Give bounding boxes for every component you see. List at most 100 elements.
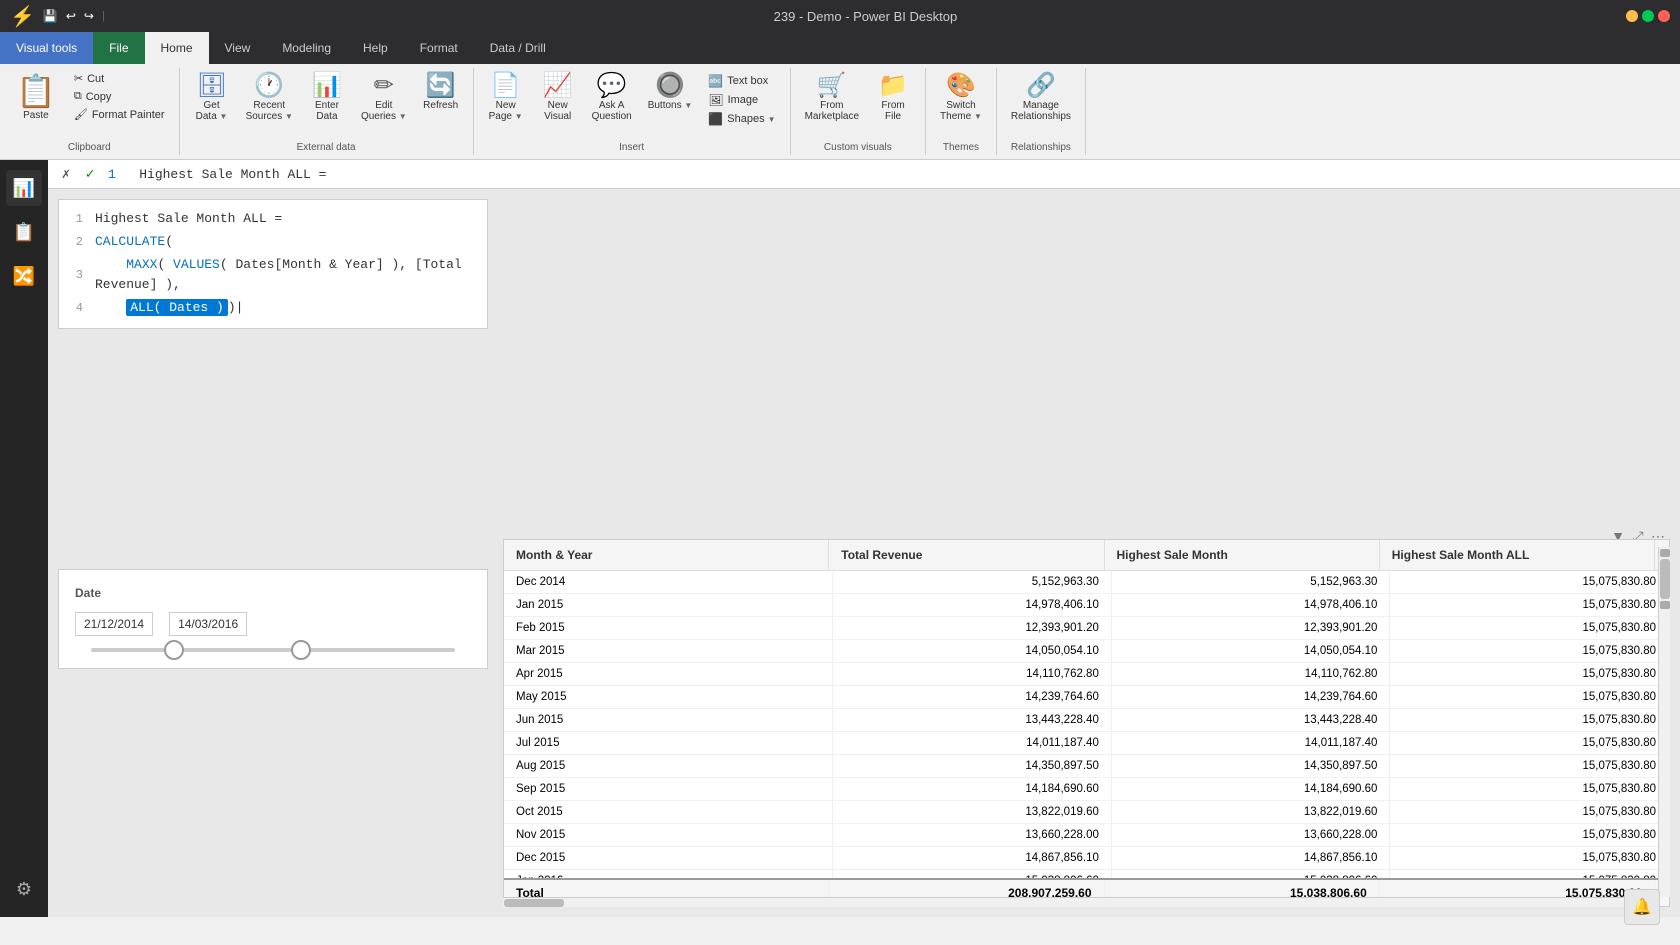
table-cell: 13,660,228.00 <box>1112 824 1391 846</box>
tab-modeling[interactable]: Modeling <box>266 32 347 64</box>
dax-editor[interactable]: 1 Highest Sale Month ALL = 2 CALCULATE( … <box>58 199 488 329</box>
slider-handle-left[interactable] <box>164 640 184 660</box>
cut-icon: ✂ <box>74 72 83 85</box>
tab-format[interactable]: Format <box>404 32 474 64</box>
subscribe-icon[interactable]: 🔔 <box>1624 889 1660 925</box>
image-button[interactable]: 🖼 Image <box>702 91 781 109</box>
table-cell: Jul 2015 <box>504 732 833 754</box>
date-from-input[interactable]: 21/12/2014 <box>75 612 153 636</box>
table-cell: 15,075,830.80 <box>1390 778 1669 800</box>
format-painter-button[interactable]: 🖌 Format Painter <box>68 106 171 123</box>
formula-confirm-btn[interactable]: ✓ <box>80 164 100 184</box>
col-header-highest-sale-month: Highest Sale Month <box>1105 540 1380 570</box>
tab-view[interactable]: View <box>209 32 267 64</box>
formula-content[interactable]: 1 Highest Sale Month ALL = <box>108 167 1672 182</box>
copy-button[interactable]: ⧉ Copy <box>68 88 171 105</box>
table-cell: 14,239,764.60 <box>1112 686 1391 708</box>
minimize-btn[interactable] <box>1626 10 1638 22</box>
table-cell: 13,443,228.40 <box>1112 709 1391 731</box>
new-page-button[interactable]: 📄 NewPage ▼ <box>482 70 530 126</box>
table-cell: May 2015 <box>504 686 833 708</box>
shapes-button[interactable]: ⬛ Shapes ▼ <box>702 110 781 128</box>
table-cell: 13,822,019.60 <box>1112 801 1391 823</box>
new-page-icon: 📄 <box>491 74 521 98</box>
close-btn[interactable] <box>1658 10 1670 22</box>
redo-btn[interactable]: ↪ <box>84 9 94 23</box>
text-box-icon: 🔤 <box>708 74 723 88</box>
tab-visual-tools[interactable]: Visual tools <box>0 32 93 64</box>
relationships-content: 🔗 ManageRelationships <box>1005 68 1077 140</box>
formula-cancel-btn[interactable]: ✗ <box>56 164 76 184</box>
paste-button[interactable]: 📋 Paste <box>8 70 64 123</box>
tab-home[interactable]: Home <box>145 32 209 64</box>
switch-theme-button[interactable]: 🎨 SwitchTheme ▼ <box>934 70 988 126</box>
dax-line-4: 4 ALL( Dates ))| <box>59 297 487 320</box>
model-view-icon[interactable]: 🔀 <box>6 258 42 294</box>
table-cell: Jan 2015 <box>504 594 833 616</box>
insert-small-group: 🔤 Text box 🖼 Image ⬛ Shapes ▼ <box>702 72 781 128</box>
manage-relationships-button[interactable]: 🔗 ManageRelationships <box>1005 70 1077 126</box>
canvas: 1 Highest Sale Month ALL = 2 CALCULATE( … <box>48 189 1680 917</box>
clipboard-group: 📋 Paste ✂ Cut ⧉ Copy 🖌 Format Painter Cl… <box>0 68 180 155</box>
col-header-month-year: Month & Year <box>504 540 829 570</box>
window-title: 239 - Demo - Power BI Desktop <box>105 9 1626 24</box>
table-cell: 13,443,228.40 <box>833 709 1112 731</box>
content-area: ✗ ✓ 1 Highest Sale Month ALL = 1 Highest… <box>48 160 1680 917</box>
data-table: Month & Year Total Revenue Highest Sale … <box>503 539 1670 907</box>
table-row: Mar 201514,050,054.1014,050,054.1015,075… <box>504 640 1669 663</box>
table-cell: 5,152,963.30 <box>1112 571 1391 593</box>
external-data-group: 🗄 GetData ▼ 🕐 RecentSources ▼ 📊 EnterDat… <box>180 68 474 155</box>
from-file-button[interactable]: 📁 FromFile <box>869 70 917 126</box>
recent-sources-button[interactable]: 🕐 RecentSources ▼ <box>240 70 299 126</box>
table-cell: Jun 2015 <box>504 709 833 731</box>
ribbon: 📋 Paste ✂ Cut ⧉ Copy 🖌 Format Painter Cl… <box>0 64 1680 160</box>
quick-access-area: ⚡ 💾 ↩ ↪ | <box>10 4 105 29</box>
edit-queries-button[interactable]: ✏ EditQueries ▼ <box>355 70 413 126</box>
ask-question-button[interactable]: 💬 Ask AQuestion <box>586 70 638 126</box>
date-to-input[interactable]: 14/03/2016 <box>169 612 247 636</box>
table-cell: 14,978,406.10 <box>1112 594 1391 616</box>
slider-handle-right[interactable] <box>291 640 311 660</box>
shapes-icon: ⬛ <box>708 112 723 126</box>
title-bar: ⚡ 💾 ↩ ↪ | 239 - Demo - Power BI Desktop <box>0 0 1680 32</box>
external-data-content: 🗄 GetData ▼ 🕐 RecentSources ▼ 📊 EnterDat… <box>188 68 465 140</box>
tab-data-drill[interactable]: Data / Drill <box>474 32 562 64</box>
text-box-button[interactable]: 🔤 Text box <box>702 72 781 90</box>
table-hscrollbar[interactable] <box>503 897 1658 907</box>
copy-icon: ⧉ <box>74 90 82 103</box>
tab-help[interactable]: Help <box>347 32 404 64</box>
table-cell: 15,075,830.80 <box>1390 663 1669 685</box>
get-data-button[interactable]: 🗄 GetData ▼ <box>188 70 236 126</box>
table-cell: Nov 2015 <box>504 824 833 846</box>
maximize-btn[interactable] <box>1642 10 1654 22</box>
settings-icon[interactable]: ⚙ <box>6 871 42 907</box>
left-sidebar: 📊 📋 🔀 ⚙ <box>0 160 48 917</box>
image-icon: 🖼 <box>708 93 723 107</box>
slicer-label: Date <box>75 586 471 600</box>
table-body[interactable]: Dec 20145,152,963.305,152,963.3015,075,8… <box>504 571 1669 878</box>
data-view-icon[interactable]: 📋 <box>6 214 42 250</box>
refresh-button[interactable]: 🔄 Refresh <box>417 70 465 115</box>
from-marketplace-button[interactable]: 🛒 FromMarketplace <box>799 70 865 126</box>
table-row: Jan 201514,978,406.1014,978,406.1015,075… <box>504 594 1669 617</box>
relationships-label: Relationships <box>1005 140 1077 155</box>
relationships-group: 🔗 ManageRelationships Relationships <box>997 68 1086 155</box>
cut-button[interactable]: ✂ Cut <box>68 70 171 87</box>
table-cell: 12,393,901.20 <box>1112 617 1391 639</box>
save-btn[interactable]: 💾 <box>43 9 58 23</box>
custom-visuals-label: Custom visuals <box>799 140 917 155</box>
themes-label: Themes <box>934 140 988 155</box>
undo-btn[interactable]: ↩ <box>66 9 76 23</box>
scroll-thumb <box>1660 559 1670 599</box>
table-row: Jun 201513,443,228.4013,443,228.4015,075… <box>504 709 1669 732</box>
insert-content: 📄 NewPage ▼ 📈 NewVisual 💬 Ask AQuestion … <box>482 68 782 140</box>
enter-data-button[interactable]: 📊 EnterData <box>303 70 351 126</box>
table-cell: 15,075,830.80 <box>1390 824 1669 846</box>
report-view-icon[interactable]: 📊 <box>6 170 42 206</box>
tab-file[interactable]: File <box>93 32 144 64</box>
buttons-button[interactable]: 🔘 Buttons ▼ <box>642 70 699 115</box>
table-scrollbar[interactable] <box>1658 547 1670 897</box>
new-visual-button[interactable]: 📈 NewVisual <box>534 70 582 126</box>
enter-data-icon: 📊 <box>312 74 342 98</box>
table-cell: Sep 2015 <box>504 778 833 800</box>
